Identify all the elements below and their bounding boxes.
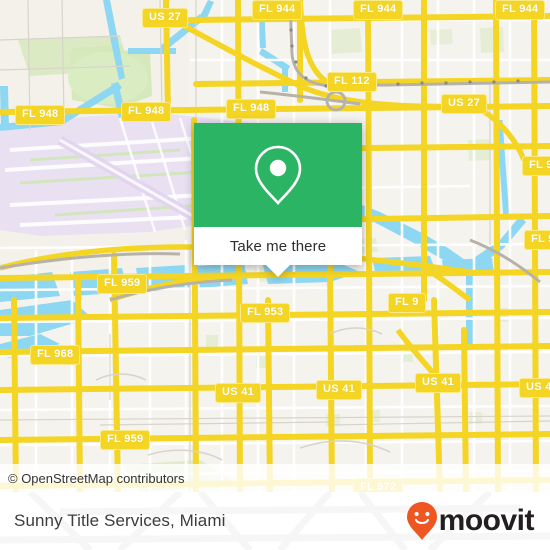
road-shield: FL 9 xyxy=(388,293,426,313)
osm-attribution[interactable]: © OpenStreetMap contributors xyxy=(0,464,550,492)
road-shield: FL 944 xyxy=(353,0,404,20)
footer-bar: Sunny Title Services, Miami moovit xyxy=(0,492,550,550)
road-shield: US 27 xyxy=(142,8,189,28)
road-shield: FL 112 xyxy=(327,72,377,92)
popup-image-panel xyxy=(194,123,362,227)
road-shield: US 41 xyxy=(415,373,462,393)
road-shield: FL 968 xyxy=(30,345,81,365)
road-shield: FL 948 xyxy=(121,102,172,122)
road-shield: US 41 xyxy=(316,380,363,400)
road-shield: FL 959 xyxy=(100,430,151,450)
map-pin-icon xyxy=(254,145,302,205)
moovit-pin-icon xyxy=(406,502,437,540)
road-shield: FL 948 xyxy=(15,105,66,125)
road-shield: FL 944 xyxy=(495,0,546,20)
road-shield: FL 948 xyxy=(226,99,277,119)
map-canvas[interactable]: US 27 FL 944 FL 944 FL 944 FL 112 US 27 FL 948… xyxy=(0,0,550,492)
road-shield: FL 959 xyxy=(97,274,148,294)
moovit-logo[interactable]: moovit xyxy=(406,502,535,540)
road-shield: FL 953 xyxy=(240,303,291,323)
popup-pointer-tail xyxy=(266,265,290,277)
take-me-there-button[interactable]: Take me there xyxy=(194,227,362,265)
road-shield: FL 944 xyxy=(252,0,303,20)
road-shield: US 41 xyxy=(215,383,262,403)
moovit-wordmark: moovit xyxy=(438,504,535,537)
place-caption: Sunny Title Services, Miami xyxy=(14,511,226,530)
road-shield: FL 9 xyxy=(522,156,550,176)
road-shield: US 27 xyxy=(441,94,488,114)
map-screenshot: US 27 FL 944 FL 944 FL 944 FL 112 US 27 FL 948… xyxy=(0,0,550,550)
road-shield: US 41 xyxy=(519,378,550,398)
location-popup-card[interactable]: Take me there xyxy=(194,123,362,277)
road-shield: FL 9 xyxy=(524,230,550,250)
